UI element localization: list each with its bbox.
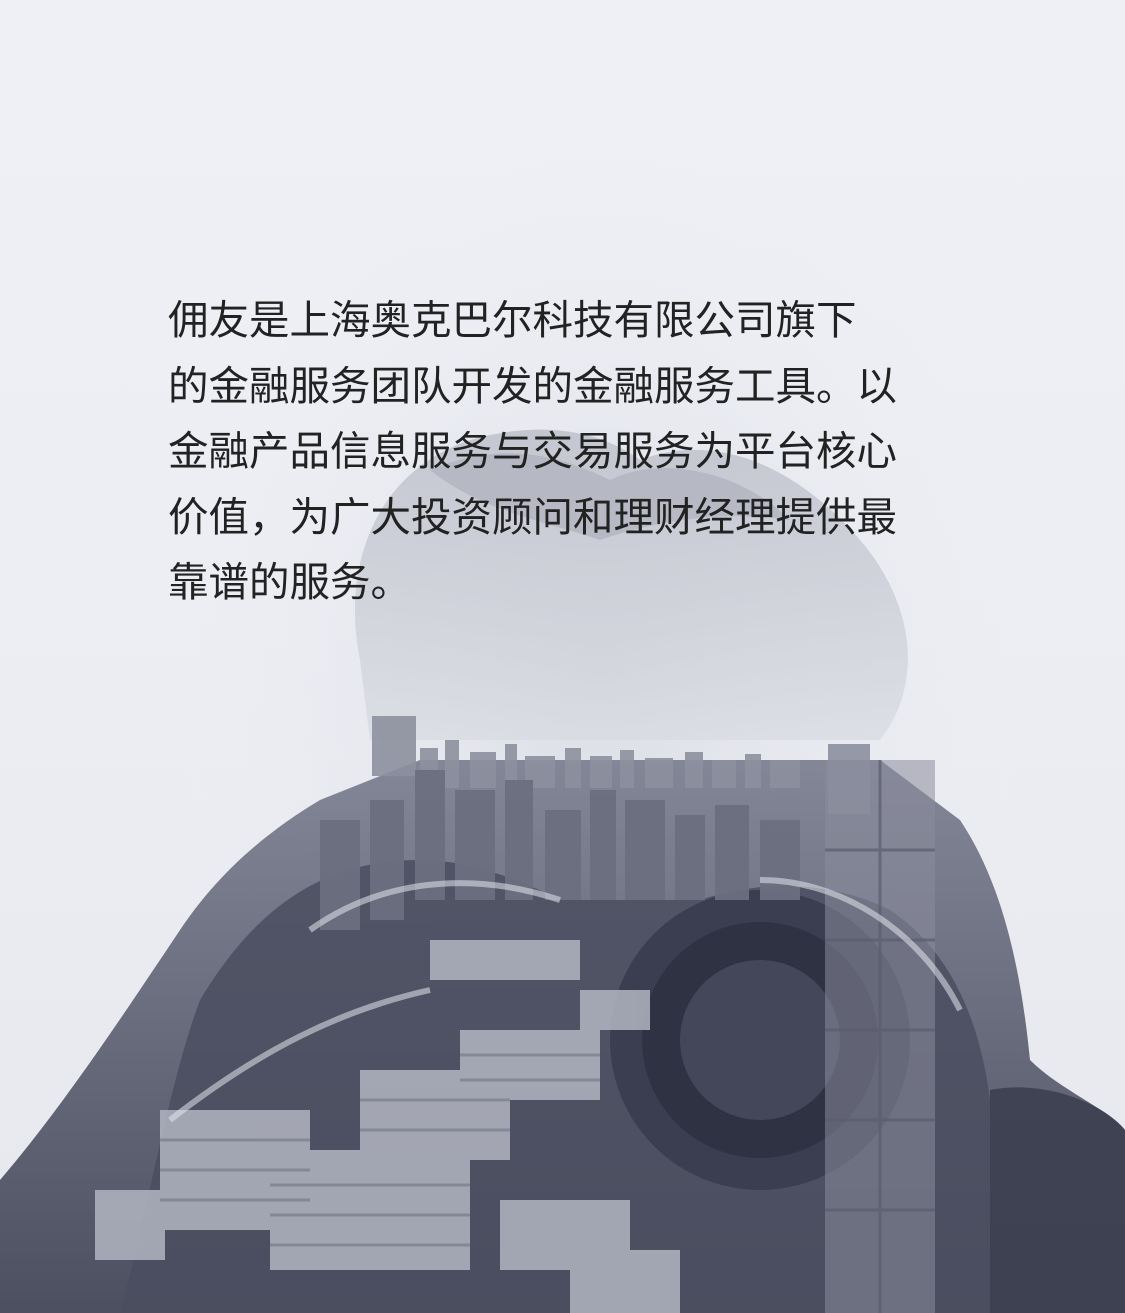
intro-line-5: 靠谱的服务。 [168,558,411,606]
intro-line-4: 价值，为广大投资顾问和理财经理提供最 [168,492,897,541]
intro-line-2: 的金融服务团队开发的金融服务工具。以 [168,361,897,410]
intro-line-3: 金融产品信息服务与交易服务为平台核心 [168,427,897,475]
intro-line-1: 佣友是上海奥克巴尔科技有限公司旗下 [168,296,857,344]
city-photographer-illustration [0,100,1125,1313]
intro-page: 佣友是上海奥克巴尔科技有限公司旗下 的金融服务团队开发的金融服务工具。以 金融产… [0,0,1125,1313]
intro-text: 佣友是上海奥克巴尔科技有限公司旗下 的金融服务团队开发的金融服务工具。以 金融产… [168,288,958,616]
